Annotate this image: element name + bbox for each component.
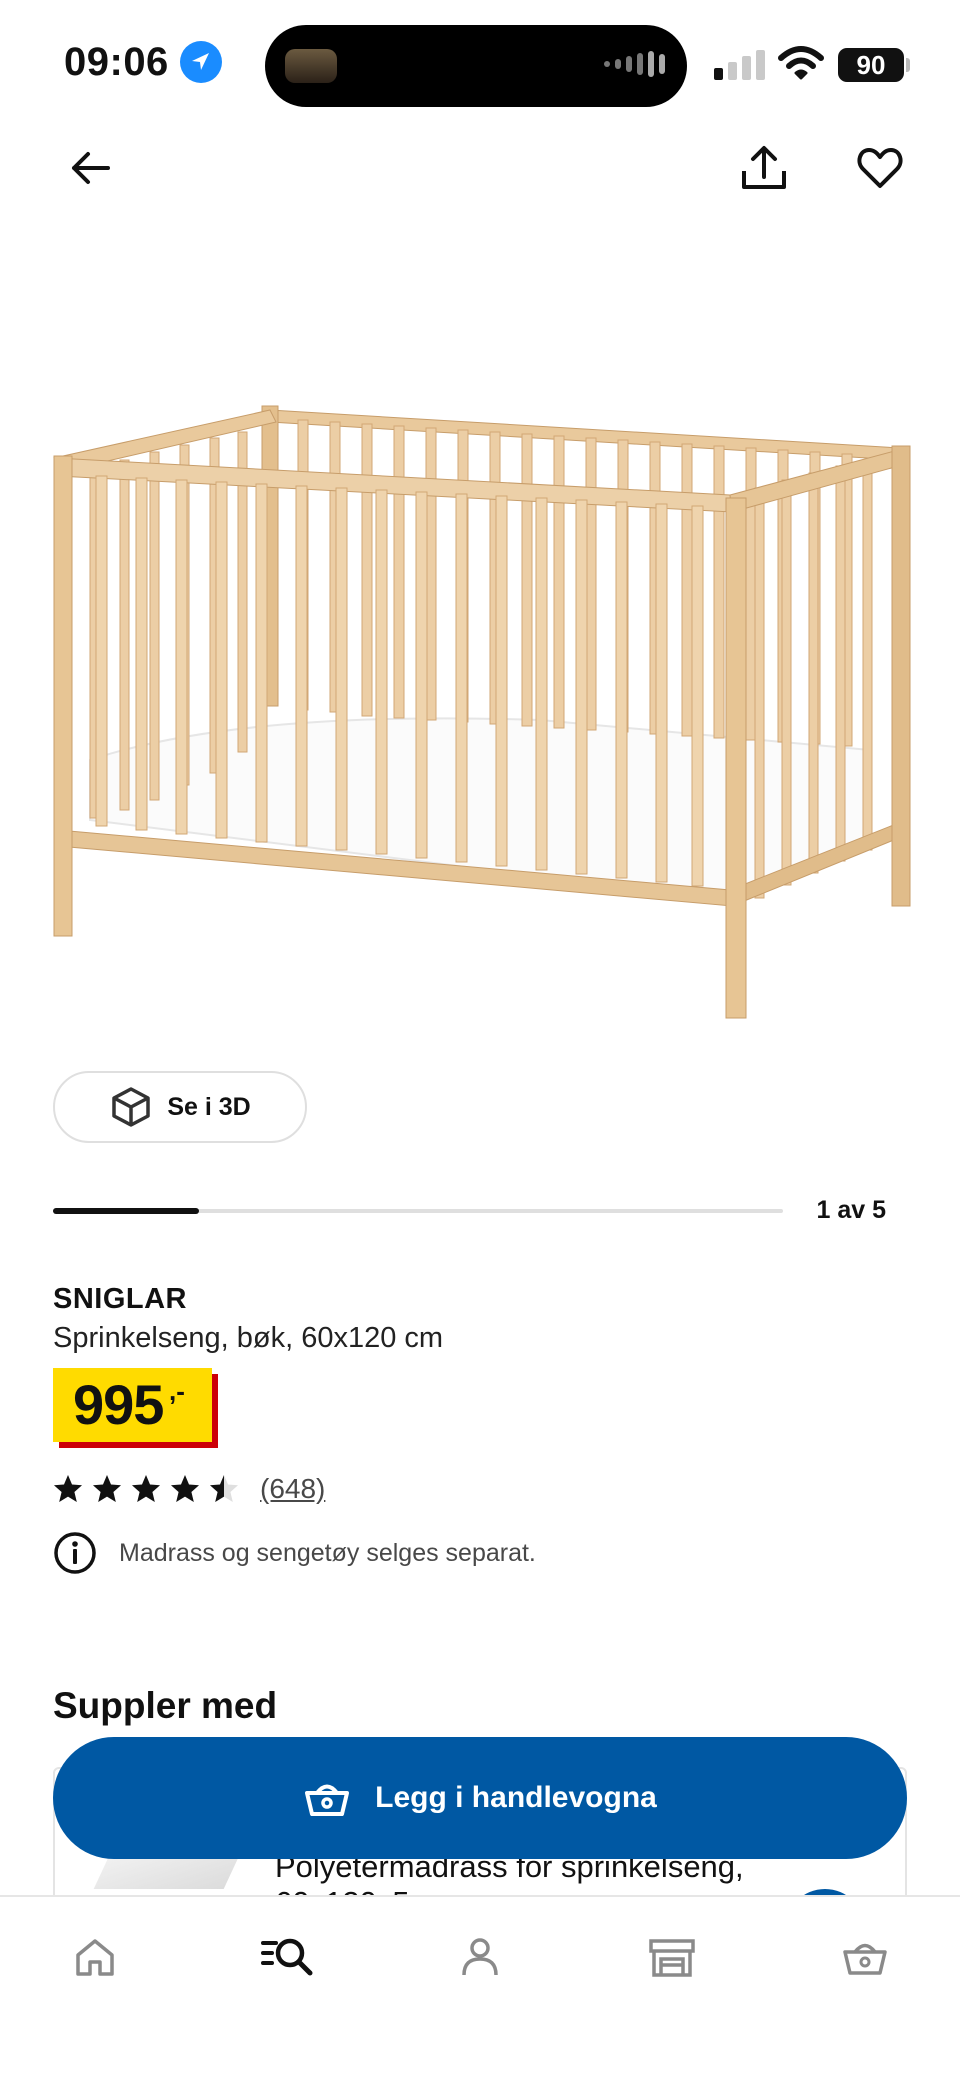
tab-home[interactable] bbox=[60, 1927, 130, 1987]
rating-stars bbox=[53, 1474, 248, 1504]
price-tag: 995 ,- bbox=[53, 1368, 218, 1448]
add-to-cart-button[interactable]: Legg i handlevogna bbox=[53, 1737, 907, 1859]
top-nav bbox=[0, 130, 960, 210]
store-icon bbox=[649, 1939, 695, 1977]
status-bar: 09:06 90 bbox=[0, 0, 960, 120]
star-icon bbox=[93, 1475, 121, 1502]
basket-icon bbox=[305, 1784, 350, 1816]
rating[interactable]: (648) bbox=[53, 1473, 325, 1505]
tab-basket[interactable] bbox=[830, 1927, 900, 1987]
basket-icon bbox=[843, 1943, 887, 1975]
profile-icon bbox=[462, 1938, 498, 1976]
audio-wave-icon bbox=[604, 51, 665, 77]
location-arrow-icon bbox=[180, 41, 222, 83]
battery-icon: 90 bbox=[838, 48, 904, 82]
product-image[interactable] bbox=[40, 380, 920, 1040]
bottom-tab-bar bbox=[0, 1895, 960, 2081]
gallery-counter: 1 av 5 bbox=[816, 1196, 886, 1224]
favourite-button[interactable] bbox=[850, 138, 910, 198]
price-suffix: ,- bbox=[169, 1376, 185, 1406]
info-icon bbox=[54, 1532, 96, 1574]
star-icon bbox=[132, 1475, 160, 1502]
dynamic-island[interactable] bbox=[265, 25, 687, 107]
crib-illustration bbox=[53, 405, 911, 1019]
price-box: 995 ,- bbox=[53, 1368, 212, 1442]
view-in-3d-label: Se i 3D bbox=[167, 1092, 251, 1121]
supplement-heading: Suppler med bbox=[53, 1685, 278, 1726]
share-button[interactable] bbox=[734, 138, 794, 198]
signal-icon bbox=[714, 50, 765, 80]
heart-icon bbox=[857, 148, 903, 188]
price-amount: 995 bbox=[73, 1373, 164, 1436]
status-time: 09:06 bbox=[64, 40, 169, 84]
add-to-cart-label: Legg i handlevogna bbox=[375, 1781, 657, 1814]
now-playing-thumbnail bbox=[285, 49, 337, 83]
rating-count-link[interactable]: (648) bbox=[260, 1473, 325, 1505]
star-icon bbox=[210, 1475, 238, 1502]
gallery-progress-fill bbox=[53, 1208, 199, 1214]
home-icon bbox=[76, 1939, 114, 1976]
tab-search[interactable] bbox=[252, 1927, 322, 1987]
cube-3d-icon bbox=[112, 1087, 151, 1127]
star-icon bbox=[171, 1475, 199, 1502]
tab-store[interactable] bbox=[637, 1927, 707, 1987]
view-in-3d-button[interactable]: Se i 3D bbox=[53, 1071, 307, 1143]
back-arrow-icon bbox=[72, 152, 110, 184]
product-name: SNIGLAR bbox=[53, 1283, 187, 1315]
star-icon bbox=[54, 1475, 82, 1502]
wifi-icon bbox=[778, 46, 824, 85]
tab-profile[interactable] bbox=[445, 1927, 515, 1987]
notice-text: Madrass og sengetøy selges separat. bbox=[119, 1538, 536, 1567]
search-icon bbox=[261, 1938, 313, 1976]
gallery-progress-track[interactable] bbox=[53, 1208, 783, 1214]
product-notice: Madrass og sengetøy selges separat. bbox=[53, 1531, 536, 1575]
battery-nub bbox=[906, 58, 910, 72]
back-button[interactable] bbox=[62, 140, 118, 196]
share-icon bbox=[742, 146, 786, 189]
product-description: Sprinkelseng, bøk, 60x120 cm bbox=[53, 1322, 444, 1354]
